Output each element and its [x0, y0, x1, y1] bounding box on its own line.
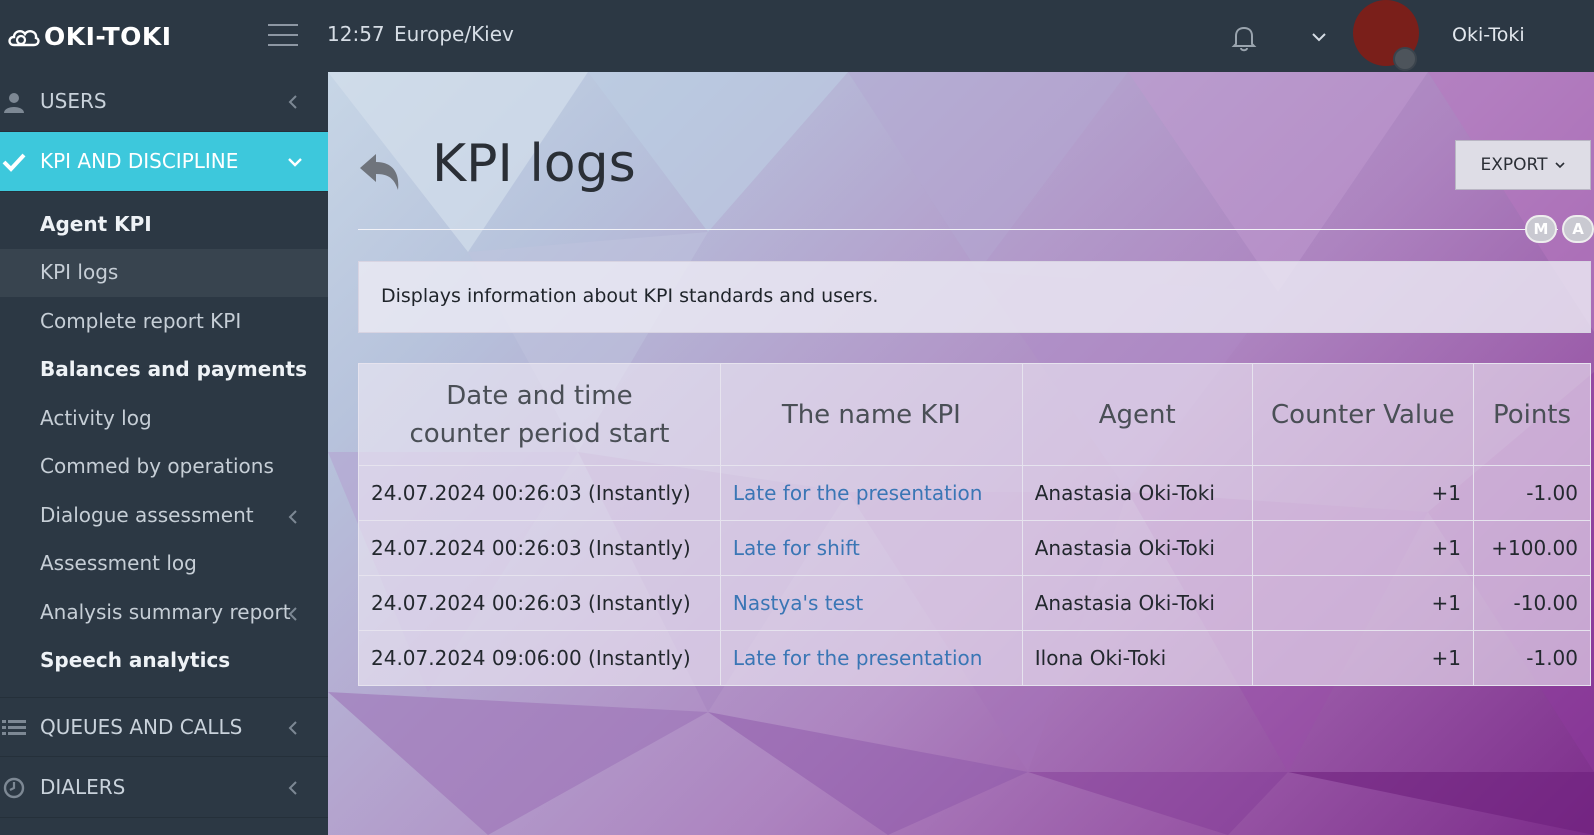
sidebar-item-commed-by-operations[interactable]: Commed by operations [0, 443, 328, 491]
divider [358, 229, 1558, 230]
timezone[interactable]: Europe/Kiev [394, 22, 514, 46]
back-arrow-icon[interactable] [356, 150, 404, 194]
bell-icon[interactable] [1231, 24, 1257, 52]
cell-agent: Anastasia Oki-Toki [1021, 575, 1253, 631]
cell-counter: +1 [1251, 520, 1474, 576]
chevron-down-icon [1555, 162, 1566, 169]
check-icon [2, 153, 26, 172]
sidebar-item-speech-analytics[interactable]: Speech analytics [0, 637, 328, 685]
column-header-agent[interactable]: Agent [1021, 363, 1253, 466]
cell-counter: +1 [1251, 575, 1474, 631]
logo[interactable]: OKI-TOKI [6, 20, 172, 52]
kpi-logs-table: Date and time counter period start The n… [358, 363, 1592, 686]
cloud-logo-icon [8, 29, 40, 47]
export-label: EXPORT [1480, 155, 1548, 175]
clock-time: 12:57 [327, 22, 385, 46]
sidebar-item-analysis-summary-report[interactable]: Analysis summary report [0, 589, 328, 637]
sidebar-section-dialers[interactable]: DIALERS [0, 758, 328, 818]
kpi-name-link[interactable]: Late for the presentation [719, 465, 1023, 521]
cell-counter: +1 [1251, 630, 1474, 686]
cell-agent: Ilona Oki-Toki [1021, 630, 1253, 686]
cell-agent: Anastasia Oki-Toki [1021, 520, 1253, 576]
sidebar-section-queues-and-calls[interactable]: QUEUES AND CALLS [0, 697, 328, 757]
column-header-points[interactable]: Points [1472, 363, 1592, 466]
column-header-date[interactable]: Date and time counter period start [358, 363, 721, 466]
kpi-name-link[interactable]: Late for the presentation [719, 630, 1023, 686]
chevron-left-icon [288, 721, 297, 735]
cell-agent: Anastasia Oki-Toki [1021, 465, 1253, 521]
kpi-name-link[interactable]: Nastya's test [719, 575, 1023, 631]
clock-icon [3, 777, 25, 799]
cell-date: 24.07.2024 00:26:03 (Instantly) [358, 575, 721, 631]
cell-points: -1.00 [1472, 465, 1592, 521]
sidebar-item-complete-report-kpi[interactable]: Complete report KPI [0, 298, 328, 346]
sidebar: USERS KPI AND DISCIPLINE Agent KPI KPI l… [0, 72, 328, 835]
chevron-left-icon [288, 95, 297, 109]
sidebar-item-balances-and-payments[interactable]: Balances and payments [0, 346, 328, 394]
info-text: Displays information about KPI standards… [381, 285, 879, 307]
status-indicator [1393, 47, 1417, 71]
sidebar-item-activity-log[interactable]: Activity log [0, 395, 328, 443]
info-panel: Displays information about KPI standards… [358, 261, 1591, 333]
cell-counter: +1 [1251, 465, 1474, 521]
chevron-left-icon [288, 781, 297, 795]
top-bar: OKI-TOKI 12:57 Europe/Kiev Oki-Toki [0, 0, 1594, 72]
table-row: 24.07.2024 00:26:03 (Instantly) Nastya's… [358, 575, 1592, 631]
sidebar-item-agent-kpi[interactable]: Agent KPI [0, 201, 328, 249]
badge-a[interactable]: A [1562, 215, 1594, 243]
logo-text: OKI-TOKI [44, 21, 172, 51]
menu-toggle-icon[interactable] [268, 24, 298, 46]
badge-m[interactable]: M [1525, 215, 1557, 243]
table-row: 24.07.2024 00:26:03 (Instantly) Late for… [358, 465, 1592, 521]
username[interactable]: Oki-Toki [1452, 24, 1525, 46]
table-row: 24.07.2024 09:06:00 (Instantly) Late for… [358, 630, 1592, 686]
cell-date: 24.07.2024 09:06:00 (Instantly) [358, 630, 721, 686]
sidebar-item-assessment-log[interactable]: Assessment log [0, 540, 328, 588]
table-row: 24.07.2024 00:26:03 (Instantly) Late for… [358, 520, 1592, 576]
chevron-down-icon [288, 158, 302, 167]
table-header-row: Date and time counter period start The n… [358, 363, 1592, 466]
chevron-left-icon [288, 510, 297, 524]
sidebar-item-kpi-logs[interactable]: KPI logs [0, 249, 328, 297]
sidebar-item-dialogue-assessment[interactable]: Dialogue assessment [0, 492, 328, 540]
cell-points: -10.00 [1472, 575, 1592, 631]
list-icon [2, 720, 26, 735]
column-header-counter[interactable]: Counter Value [1251, 363, 1474, 466]
user-icon [4, 93, 24, 113]
kpi-name-link[interactable]: Late for shift [719, 520, 1023, 576]
cell-date: 24.07.2024 00:26:03 (Instantly) [358, 520, 721, 576]
sidebar-section-users[interactable]: USERS [0, 72, 328, 132]
cell-points: -1.00 [1472, 630, 1592, 686]
export-button[interactable]: EXPORT [1455, 140, 1591, 190]
chevron-down-icon[interactable] [1311, 31, 1327, 43]
page-title: KPI logs [432, 134, 636, 194]
sidebar-section-kpi-and-discipline[interactable]: KPI AND DISCIPLINE [0, 132, 328, 192]
column-header-name[interactable]: The name KPI [719, 363, 1023, 466]
cell-points: +100.00 [1472, 520, 1592, 576]
cell-date: 24.07.2024 00:26:03 (Instantly) [358, 465, 721, 521]
chevron-left-icon [288, 607, 297, 621]
